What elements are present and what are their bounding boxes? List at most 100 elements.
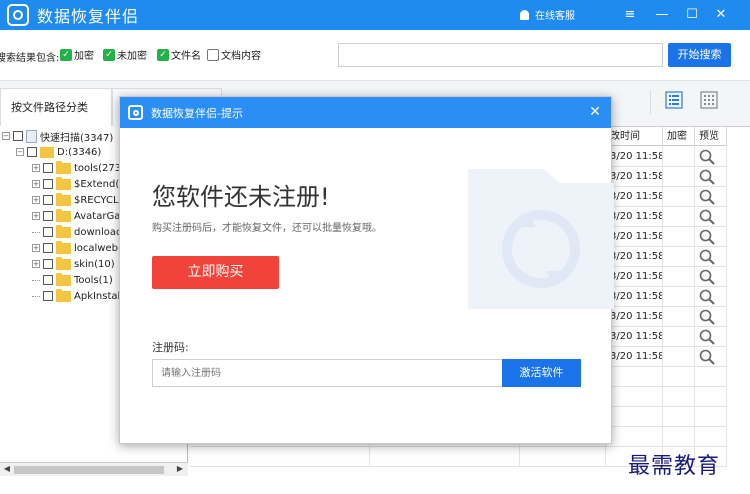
preview-magnifier-icon[interactable] — [699, 229, 715, 245]
grid-cell[interactable] — [663, 427, 695, 447]
start-search-button[interactable]: 开始搜索 — [668, 43, 731, 67]
grid-cell[interactable] — [663, 407, 695, 427]
grid-cell[interactable] — [663, 327, 695, 347]
filter-filename-checkbox[interactable]: ✓ 文件名 — [157, 47, 201, 62]
grid-cell[interactable] — [663, 227, 695, 247]
dialog-close-icon[interactable]: ✕ — [587, 104, 603, 120]
filter-encrypted-checkbox[interactable]: ✓ 加密 — [60, 47, 94, 62]
grid-view-icon[interactable] — [700, 91, 718, 109]
grid-cell[interactable] — [695, 207, 727, 227]
tree-folder-item[interactable]: + tools(2738 — [32, 160, 128, 176]
search-input[interactable] — [338, 43, 663, 67]
expand-icon[interactable]: + — [32, 212, 40, 220]
expand-icon[interactable]: + — [32, 244, 40, 252]
grid-cell[interactable] — [663, 307, 695, 327]
grid-cell[interactable] — [695, 287, 727, 307]
preview-magnifier-icon[interactable] — [699, 309, 715, 325]
grid-cell[interactable] — [695, 247, 727, 267]
grid-cell[interactable] — [695, 387, 727, 407]
filter-content-checkbox[interactable]: 文档内容 — [207, 47, 261, 62]
tree-folder-item[interactable]: + $Extend(3 — [32, 176, 126, 192]
tree-root[interactable]: − 快速扫描(3347) — [2, 128, 113, 144]
tree-checkbox[interactable] — [43, 275, 53, 285]
grid-cell[interactable] — [606, 387, 663, 407]
preview-magnifier-icon[interactable] — [699, 209, 715, 225]
grid-cell[interactable] — [695, 347, 727, 367]
grid-cell[interactable] — [695, 227, 727, 247]
grid-cell[interactable] — [695, 327, 727, 347]
grid-cell[interactable] — [695, 187, 727, 207]
column-header-preview[interactable]: 预览 — [695, 127, 727, 146]
tree-checkbox[interactable] — [13, 131, 23, 141]
preview-magnifier-icon[interactable] — [699, 349, 715, 365]
grid-cell[interactable] — [695, 307, 727, 327]
preview-magnifier-icon[interactable] — [699, 169, 715, 185]
grid-cell[interactable] — [663, 347, 695, 367]
grid-cell[interactable] — [663, 147, 695, 167]
tree-folder-item[interactable]: + skin(10) — [32, 256, 115, 272]
buy-now-button[interactable]: 立即购买 — [152, 256, 279, 289]
grid-cell[interactable] — [695, 167, 727, 187]
tree-folder-item[interactable]: download — [32, 224, 122, 240]
grid-cell[interactable] — [695, 367, 727, 387]
preview-magnifier-icon[interactable] — [699, 289, 715, 305]
online-service-button[interactable]: 在线客服 — [520, 7, 575, 22]
expand-icon[interactable]: + — [32, 260, 40, 268]
list-view-icon[interactable] — [665, 91, 683, 109]
tree-checkbox[interactable] — [27, 147, 37, 157]
tree-checkbox[interactable] — [43, 211, 53, 221]
grid-cell[interactable] — [606, 427, 663, 447]
grid-cell[interactable] — [190, 447, 370, 467]
modified-time-cell[interactable]: 3/20 11:58 — [606, 227, 663, 247]
grid-cell[interactable] — [695, 267, 727, 287]
preview-magnifier-icon[interactable] — [699, 149, 715, 165]
tree-folder-item[interactable]: + AvatarGar — [32, 208, 124, 224]
grid-cell[interactable] — [663, 247, 695, 267]
column-header-time[interactable]: 改时间 — [606, 127, 663, 146]
tree-folder-item[interactable]: ApkInstall — [32, 288, 123, 304]
modified-time-cell[interactable]: 3/20 11:58 — [606, 347, 663, 367]
scroll-right-icon[interactable]: ▶ — [174, 464, 186, 473]
grid-cell[interactable] — [370, 447, 520, 467]
tab-by-path[interactable]: 按文件路径分类 — [0, 88, 112, 127]
modified-time-cell[interactable]: 3/20 11:58 — [606, 267, 663, 287]
tree-folder-item[interactable]: + localweb(2 — [32, 240, 128, 256]
grid-cell[interactable] — [695, 427, 727, 447]
tree-folder-item[interactable]: + $RECYCLE — [32, 192, 125, 208]
tree-checkbox[interactable] — [43, 243, 53, 253]
tree-horizontal-scrollbar[interactable]: ◀ ▶ — [0, 462, 188, 476]
grid-cell[interactable] — [606, 407, 663, 427]
grid-cell[interactable] — [663, 367, 695, 387]
grid-cell[interactable] — [663, 207, 695, 227]
expand-icon[interactable]: + — [32, 164, 40, 172]
expand-icon[interactable]: + — [32, 196, 40, 204]
tree-drive[interactable]: − D:(3346) — [16, 144, 101, 160]
collapse-icon[interactable]: − — [16, 148, 24, 156]
grid-cell[interactable] — [663, 267, 695, 287]
grid-cell[interactable] — [663, 287, 695, 307]
grid-cell[interactable] — [663, 387, 695, 407]
preview-magnifier-icon[interactable] — [699, 249, 715, 265]
filter-unencrypted-checkbox[interactable]: ✓ 未加密 — [103, 47, 147, 62]
modified-time-cell[interactable]: 3/20 11:58 — [606, 307, 663, 327]
tree-folder-item[interactable]: Tools(1) — [32, 272, 113, 288]
modified-time-cell[interactable]: 3/20 11:58 — [606, 187, 663, 207]
modified-time-cell[interactable]: 3/20 11:58 — [606, 207, 663, 227]
tree-checkbox[interactable] — [43, 163, 53, 173]
maximize-button[interactable]: ☐ — [682, 5, 702, 25]
grid-cell[interactable] — [695, 147, 727, 167]
modified-time-cell[interactable]: 3/20 11:58 — [606, 327, 663, 347]
tree-checkbox[interactable] — [43, 179, 53, 189]
grid-cell[interactable] — [663, 167, 695, 187]
grid-cell[interactable] — [606, 367, 663, 387]
close-button[interactable]: ✕ — [711, 5, 731, 25]
preview-magnifier-icon[interactable] — [699, 189, 715, 205]
modified-time-cell[interactable]: 3/20 11:58 — [606, 287, 663, 307]
preview-magnifier-icon[interactable] — [699, 329, 715, 345]
minimize-button[interactable]: — — [652, 5, 672, 25]
menu-button[interactable]: ≡ — [620, 5, 640, 25]
scroll-left-icon[interactable]: ◀ — [1, 464, 13, 473]
tree-checkbox[interactable] — [43, 259, 53, 269]
preview-magnifier-icon[interactable] — [699, 269, 715, 285]
tree-checkbox[interactable] — [43, 227, 53, 237]
